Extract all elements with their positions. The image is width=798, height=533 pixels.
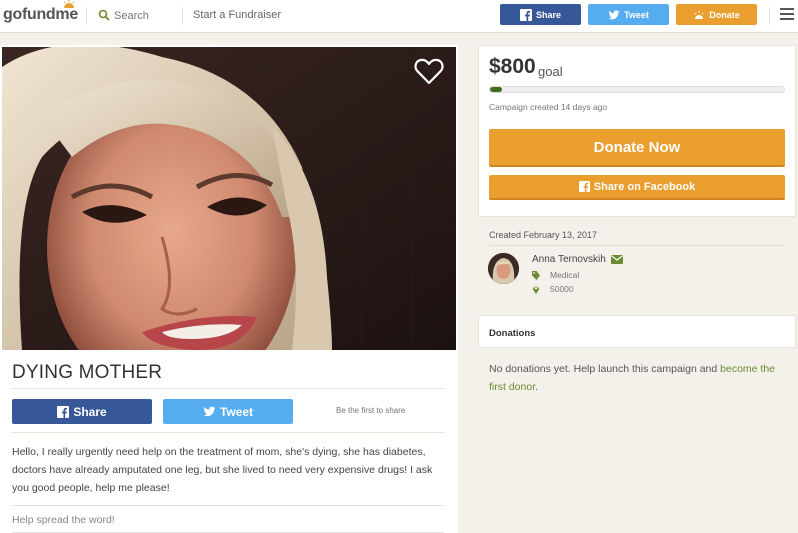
header-tweet-button[interactable]: Tweet bbox=[588, 4, 669, 25]
campaign-title: DYING MOTHER bbox=[12, 362, 163, 383]
organizer-divider bbox=[489, 245, 785, 246]
no-donations-text: No donations yet. Help launch this campa… bbox=[489, 363, 721, 375]
campaign-main-panel: DYING MOTHER Share Tweet Be the first to… bbox=[0, 45, 458, 533]
organizer-name[interactable]: Anna Ternovskih bbox=[532, 254, 606, 265]
gofundme-sun-icon bbox=[694, 10, 704, 19]
header-donate-button[interactable]: Donate bbox=[676, 4, 757, 25]
campaign-share-button[interactable]: Share bbox=[12, 399, 152, 424]
share-on-facebook-label: Share on Facebook bbox=[593, 180, 696, 193]
start-fundraiser-link[interactable]: Start a Fundraiser bbox=[193, 9, 281, 21]
donations-heading: Donations bbox=[489, 328, 536, 339]
share-divider bbox=[12, 432, 444, 433]
first-to-share-text: Be the first to share bbox=[336, 406, 406, 415]
created-date: Created February 13, 2017 bbox=[489, 230, 598, 240]
tag-icon bbox=[532, 270, 540, 280]
facebook-icon bbox=[519, 8, 532, 21]
heart-icon[interactable] bbox=[414, 57, 444, 85]
donate-now-button[interactable]: Donate Now bbox=[489, 129, 785, 167]
no-donations-suffix: . bbox=[535, 381, 539, 393]
campaign-share-label: Share bbox=[73, 404, 107, 419]
campaign-created-ago: Campaign created 14 days ago bbox=[489, 102, 608, 112]
progress-bar-fill bbox=[490, 87, 502, 92]
organizer-category: Medical bbox=[532, 270, 579, 280]
share-on-facebook-button[interactable]: Share on Facebook bbox=[489, 175, 785, 200]
campaign-tweet-label: Tweet bbox=[219, 404, 254, 419]
gofundme-sun-icon bbox=[63, 0, 75, 8]
no-donations-message: No donations yet. Help launch this campa… bbox=[489, 360, 789, 396]
help-spread-word: Help spread the word! bbox=[12, 514, 115, 526]
header-tweet-label: Tweet bbox=[624, 9, 649, 20]
header-divider bbox=[86, 7, 87, 25]
header-donate-label: Donate bbox=[709, 9, 740, 20]
campaign-summary-card: $800 goal Campaign created 14 days ago D… bbox=[478, 45, 796, 217]
campaign-story: Hello, I really urgently need help on th… bbox=[12, 446, 433, 494]
twitter-icon bbox=[608, 9, 620, 19]
envelope-icon[interactable] bbox=[610, 255, 623, 264]
organizer-category-label: Medical bbox=[550, 270, 580, 280]
campaign-photo-image bbox=[2, 47, 456, 350]
search-input[interactable] bbox=[114, 8, 180, 24]
header-share-button[interactable]: Share bbox=[500, 4, 581, 25]
location-pin-icon bbox=[533, 286, 539, 294]
avatar[interactable] bbox=[488, 253, 519, 284]
organizer-row: Anna Ternovskih bbox=[532, 254, 623, 265]
campaign-tweet-button[interactable]: Tweet bbox=[163, 399, 293, 424]
facebook-icon bbox=[578, 181, 590, 192]
header-divider bbox=[769, 7, 770, 25]
organizer-location: 50000 bbox=[532, 284, 574, 294]
title-divider bbox=[12, 388, 444, 389]
story-divider bbox=[12, 505, 444, 506]
search-icon bbox=[98, 9, 110, 21]
organizer-location-label: 50000 bbox=[550, 284, 574, 294]
avatar-image bbox=[488, 253, 519, 284]
header-share-label: Share bbox=[535, 9, 561, 20]
gofundme-logo[interactable]: gofundme bbox=[3, 6, 78, 24]
menu-icon[interactable] bbox=[780, 8, 794, 22]
facebook-icon bbox=[57, 405, 70, 418]
goal-amount: $800 bbox=[489, 55, 536, 78]
campaign-photo bbox=[2, 47, 456, 350]
goal-label: goal bbox=[538, 64, 563, 79]
donations-card: Donations bbox=[478, 315, 796, 348]
header-divider bbox=[182, 7, 183, 25]
search-box[interactable] bbox=[98, 8, 180, 24]
twitter-icon bbox=[203, 406, 216, 417]
top-navigation-bar: gofundme Start a Fundraiser Share Tweet … bbox=[0, 0, 798, 33]
progress-bar bbox=[489, 86, 785, 93]
